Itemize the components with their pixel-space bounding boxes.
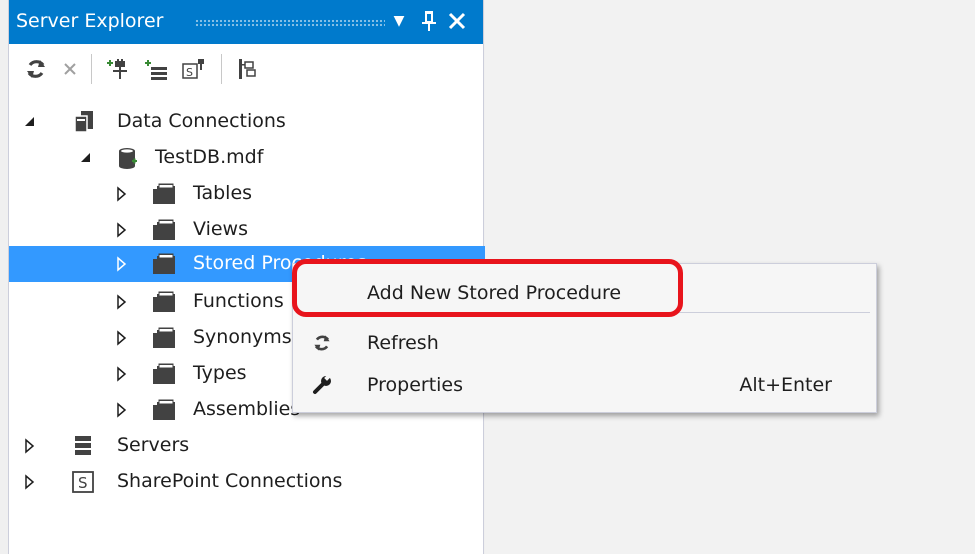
collapsed-arrow-icon[interactable] [21, 473, 39, 491]
tree-item-label: Data Connections [117, 110, 286, 132]
properties-icon [239, 59, 256, 79]
menu-item-label: Refresh [367, 332, 439, 354]
drag-grip[interactable] [195, 19, 385, 27]
menu-item-label: Properties [367, 374, 464, 396]
annotation-highlight-ring [292, 259, 683, 317]
toolbar-separator [221, 54, 222, 84]
collapsed-arrow-icon[interactable] [113, 255, 131, 273]
database-icon [115, 145, 141, 171]
tree-item-testdb-mdf[interactable]: TestDB.mdf [9, 140, 485, 176]
collapsed-arrow-icon[interactable] [113, 365, 131, 383]
properties-button[interactable] [235, 56, 261, 82]
tree-item-label: SharePoint Connections [117, 470, 343, 492]
tree-item-label: Synonyms [193, 326, 292, 348]
tree-item-label: Functions [193, 290, 284, 312]
tree-item-views[interactable]: Views [9, 212, 485, 248]
panel-toolbar: S [9, 44, 483, 96]
stop-button[interactable] [57, 56, 83, 82]
connect-sharepoint-button[interactable]: S [181, 56, 207, 82]
collapsed-arrow-icon[interactable] [113, 221, 131, 239]
svg-text:S: S [186, 66, 193, 79]
folder-icon [151, 397, 177, 423]
toolbar-separator [91, 54, 92, 84]
refresh-icon [27, 60, 45, 78]
collapsed-arrow-icon[interactable] [21, 437, 39, 455]
collapsed-arrow-icon[interactable] [113, 401, 131, 419]
expanded-arrow-icon[interactable] [77, 149, 95, 167]
data-connections-icon [71, 109, 97, 135]
menu-item-shortcut: Alt+Enter [739, 374, 832, 396]
dropdown-button[interactable]: ▼ [387, 6, 411, 36]
connect-to-server-icon [145, 60, 167, 80]
refresh-icon [311, 332, 333, 354]
collapsed-arrow-icon[interactable] [113, 329, 131, 347]
folder-icon [151, 217, 177, 243]
folder-icon [151, 181, 177, 207]
tree-item-label: Types [193, 362, 247, 384]
connect-database-button[interactable] [105, 56, 131, 82]
expanded-arrow-icon[interactable] [21, 113, 39, 131]
tree-item-label: Views [193, 218, 248, 240]
svg-text:S: S [78, 474, 88, 492]
servers-icon [71, 433, 97, 459]
folder-icon [151, 325, 177, 351]
collapsed-arrow-icon[interactable] [113, 293, 131, 311]
tree-item-label: Tables [193, 182, 253, 204]
close-button[interactable] [445, 6, 469, 36]
folder-icon [151, 251, 177, 277]
refresh-button[interactable] [23, 56, 49, 82]
sharepoint-icon: S [71, 469, 97, 495]
folder-icon [151, 361, 177, 387]
panel-title: Server Explorer [16, 10, 164, 32]
connect-to-sharepoint-icon: S [182, 59, 204, 79]
stop-icon [64, 63, 76, 75]
tree-item-label: Assemblies [193, 398, 301, 420]
menu-item-properties[interactable]: Properties Alt+Enter [293, 364, 876, 406]
pin-icon [422, 11, 436, 31]
wrench-icon [311, 374, 333, 396]
menu-item-refresh[interactable]: Refresh [293, 322, 876, 364]
tree-item-tables[interactable]: Tables [9, 176, 485, 212]
connect-to-database-icon [107, 59, 127, 79]
folder-icon [151, 289, 177, 315]
tree-item-label: TestDB.mdf [155, 146, 264, 168]
tree-item-servers[interactable]: Servers [9, 428, 485, 464]
tree-item-label: Servers [117, 434, 190, 456]
pin-button[interactable] [417, 6, 441, 36]
close-icon [448, 12, 466, 30]
collapsed-arrow-icon[interactable] [113, 185, 131, 203]
tree-item-data-connections[interactable]: Data Connections [9, 104, 485, 140]
connect-server-button[interactable] [143, 56, 169, 82]
tree-item-sharepoint-connections[interactable]: S SharePoint Connections [9, 464, 485, 500]
panel-title-bar[interactable]: Server Explorer ▼ [9, 0, 483, 44]
